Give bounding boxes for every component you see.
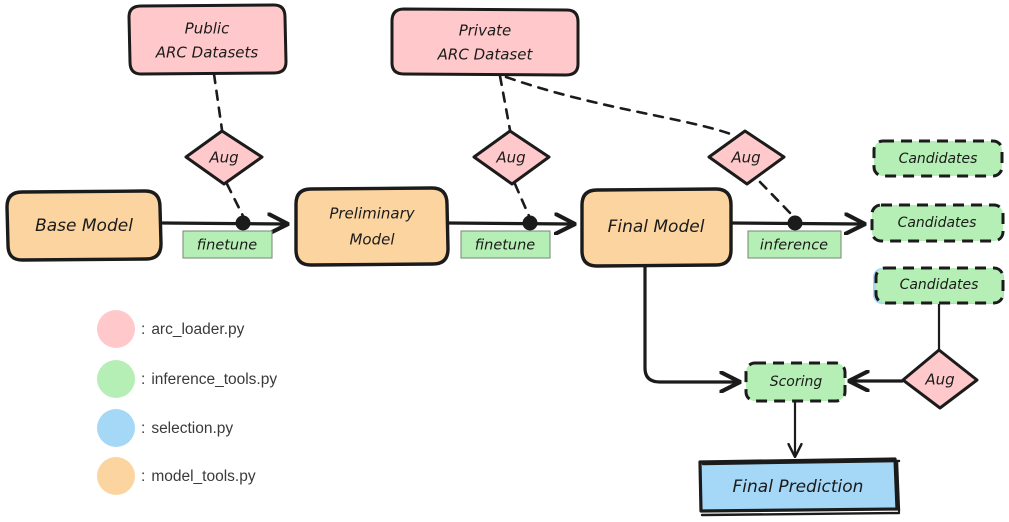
circle-swatch-orange-icon xyxy=(97,457,135,495)
private-arc-dataset-shape xyxy=(390,7,580,77)
node-candidates-3[interactable]: Candidates xyxy=(873,266,1005,305)
legend-item-model-tools-label: : model_tools.py xyxy=(141,468,256,485)
edge-final-to-candidates xyxy=(729,215,862,231)
private-arc-dataset-label-line2: ARC Dataset xyxy=(437,46,534,64)
aug-3-label: Aug xyxy=(730,149,760,167)
edge-base-to-preliminary xyxy=(161,215,285,231)
pipeline-diagram: Public ARC Datasets Private ARC Dataset … xyxy=(5,3,1005,517)
legend-item-selection: : selection.py xyxy=(97,409,233,447)
preliminary-model-label-line1: Preliminary xyxy=(329,205,415,223)
legend-item-arc-loader: : arc_loader.py xyxy=(97,310,245,348)
node-final-model[interactable]: Final Model xyxy=(580,187,733,268)
node-aug-2[interactable]: Aug xyxy=(472,129,551,186)
node-aug-4[interactable]: Aug xyxy=(901,348,979,410)
legend-item-inference-tools-label: : inference_tools.py xyxy=(141,371,277,388)
node-candidates-2[interactable]: Candidates xyxy=(870,203,1005,243)
node-preliminary-model[interactable]: Preliminary Model xyxy=(294,186,450,267)
node-candidates-1[interactable]: Candidates xyxy=(872,139,1004,178)
final-prediction-label: Final Prediction xyxy=(733,477,864,497)
aug-2-label: Aug xyxy=(495,149,525,167)
node-scoring[interactable]: Scoring xyxy=(744,361,847,403)
legend: : arc_loader.py : inference_tools.py : sele… xyxy=(97,310,277,495)
edge-label-finetune-1: finetune xyxy=(182,230,273,259)
finetune-1-label: finetune xyxy=(197,238,258,254)
dashed-edge-private-to-aug2 xyxy=(498,74,512,132)
edge-preliminary-to-final xyxy=(446,215,572,231)
private-arc-dataset-label-line1: Private xyxy=(459,22,512,40)
finetune-2-label: finetune xyxy=(475,238,536,254)
node-base-model[interactable]: Base Model xyxy=(5,189,163,262)
diagram-canvas: Public ARC Datasets Private ARC Dataset … xyxy=(0,0,1009,522)
public-arc-datasets-shape xyxy=(127,3,288,76)
public-arc-datasets-label-line2: ARC Datasets xyxy=(155,44,259,62)
candidates-1-label: Candidates xyxy=(899,151,978,167)
node-final-prediction[interactable]: Final Prediction xyxy=(698,457,901,517)
scoring-label: Scoring xyxy=(770,374,823,390)
base-model-label: Base Model xyxy=(35,216,133,236)
dashed-edge-public-to-aug1 xyxy=(212,72,224,132)
node-aug-3[interactable]: Aug xyxy=(707,129,786,186)
final-model-label: Final Model xyxy=(608,217,705,237)
dashed-edge-private-to-aug3 xyxy=(504,75,738,138)
circle-swatch-blue-icon xyxy=(97,409,135,447)
junction-dot-inference xyxy=(787,215,803,231)
legend-item-inference-tools: : inference_tools.py xyxy=(97,360,277,398)
aug-4-label: Aug xyxy=(924,371,954,389)
legend-item-arc-loader-label: : arc_loader.py xyxy=(141,321,245,338)
dashed-edge-aug3-to-inference xyxy=(758,180,795,218)
edge-label-inference: inference xyxy=(747,230,842,259)
edge-final-model-to-scoring xyxy=(643,264,737,382)
aug-1-label: Aug xyxy=(208,149,238,167)
circle-swatch-pink-icon xyxy=(97,310,135,348)
candidates-2-label: Candidates xyxy=(898,215,977,231)
junction-dot-finetune2 xyxy=(522,215,538,231)
node-private-arc-dataset[interactable]: Private ARC Dataset xyxy=(390,7,580,77)
circle-swatch-green-icon xyxy=(97,360,135,398)
inference-label: inference xyxy=(760,238,828,254)
dashed-edge-aug2-to-finetune2 xyxy=(513,182,531,218)
preliminary-model-label-line2: Model xyxy=(349,231,395,249)
node-aug-1[interactable]: Aug xyxy=(184,129,264,186)
junction-dot-finetune1 xyxy=(235,215,251,231)
public-arc-datasets-label-line1: Public xyxy=(185,20,230,38)
preliminary-model-shape xyxy=(294,186,450,267)
dashed-edge-aug1-to-finetune1 xyxy=(225,182,245,218)
edge-label-finetune-2: finetune xyxy=(460,230,551,259)
legend-item-selection-label: : selection.py xyxy=(141,420,233,437)
candidates-3-label: Candidates xyxy=(900,277,979,293)
legend-item-model-tools: : model_tools.py xyxy=(97,457,256,495)
node-public-arc-datasets[interactable]: Public ARC Datasets xyxy=(127,3,288,76)
